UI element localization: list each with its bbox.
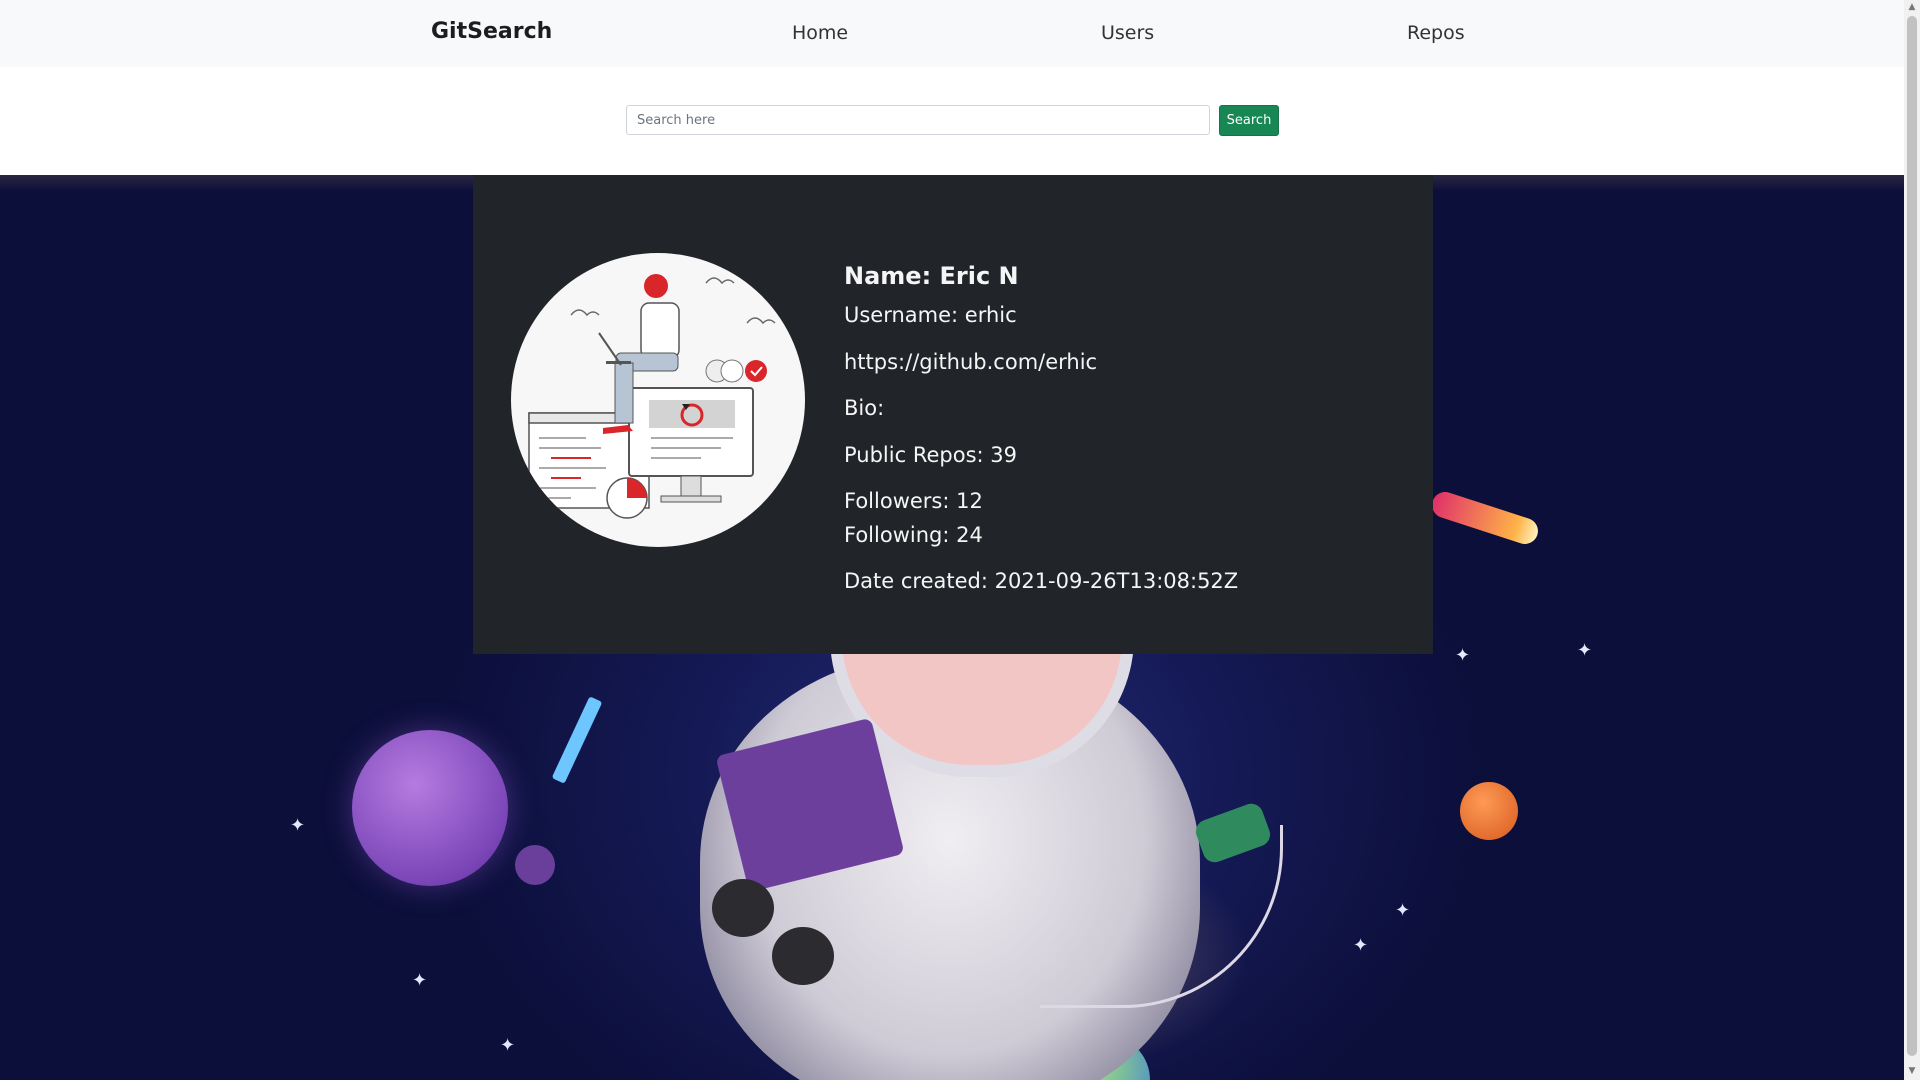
star-icon: ✦ xyxy=(1577,640,1593,661)
profile-public-repos: Public Repos: 39 xyxy=(844,443,1017,467)
astronaut-boot xyxy=(712,879,774,937)
navbar: GitSearch Home Users Repos xyxy=(0,0,1904,67)
star-icon: ✦ xyxy=(412,970,428,991)
profile-following: Following: 24 xyxy=(844,523,983,547)
scrollbar[interactable]: ▲ ▼ xyxy=(1904,0,1920,1080)
scrollbar-thumb[interactable] xyxy=(1907,16,1917,1056)
star-icon: ✦ xyxy=(1353,935,1369,956)
profile-github-link[interactable]: https://github.com/erhic xyxy=(844,350,1097,374)
astronaut-boot xyxy=(772,927,834,985)
scroll-down-arrow-icon[interactable]: ▼ xyxy=(1907,1066,1917,1078)
profile-username: Username: erhic xyxy=(844,303,1017,327)
profile-followers: Followers: 12 xyxy=(844,489,983,513)
astronaut-tether xyxy=(1040,825,1283,1008)
nav-link-home[interactable]: Home xyxy=(792,22,848,44)
small-planet xyxy=(515,845,555,885)
nav-link-users[interactable]: Users xyxy=(1101,22,1154,44)
star-icon: ✦ xyxy=(290,815,306,836)
scroll-up-arrow-icon[interactable]: ▲ xyxy=(1907,2,1917,14)
star-icon: ✦ xyxy=(1455,645,1471,666)
nav-link-repos[interactable]: Repos xyxy=(1407,22,1465,44)
profile-name: Name: Eric N xyxy=(844,262,1019,290)
satellite xyxy=(551,696,603,784)
search-input[interactable] xyxy=(626,105,1210,135)
comet xyxy=(1428,488,1542,548)
star-icon: ✦ xyxy=(1395,900,1411,921)
star-icon: ✦ xyxy=(500,1035,516,1056)
purple-planet xyxy=(352,730,508,886)
orange-planet xyxy=(1460,782,1518,840)
profile-date-created: Date created: 2021-09-26T13:08:52Z xyxy=(844,569,1239,593)
brand-logo[interactable]: GitSearch xyxy=(431,19,552,44)
developer-illustration-icon xyxy=(511,253,805,547)
profile-bio: Bio: xyxy=(844,396,885,420)
profile-card: Name: Eric N Username: erhic https://git… xyxy=(473,175,1433,654)
search-button[interactable]: Search xyxy=(1219,105,1279,136)
